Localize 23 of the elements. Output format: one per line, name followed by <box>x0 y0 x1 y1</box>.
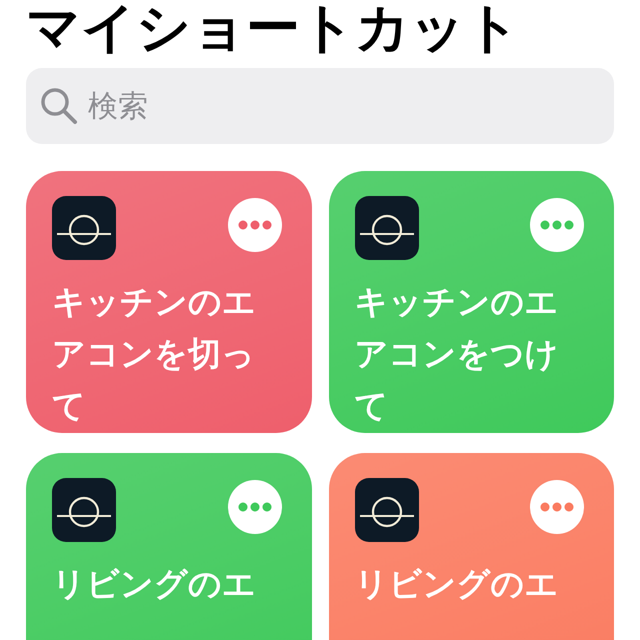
app-icon <box>52 196 116 260</box>
more-button[interactable] <box>228 480 282 534</box>
shortcut-card[interactable]: キッチンのエアコンをつけて <box>328 171 614 433</box>
search-icon <box>40 87 78 125</box>
app-icon <box>354 196 418 260</box>
search-field[interactable]: 検索 <box>26 68 614 144</box>
shortcut-name: キッチンのエアコンを切って <box>52 281 257 427</box>
more-icon <box>540 220 574 230</box>
shortcut-card[interactable]: リビングのエ <box>26 453 312 640</box>
shortcut-card[interactable]: リビングのエ <box>328 453 614 640</box>
more-button[interactable] <box>530 198 584 252</box>
more-icon <box>540 502 574 512</box>
shortcut-name: キッチンのエアコンをつけて <box>354 281 560 427</box>
app-icon <box>52 478 116 542</box>
more-icon <box>238 502 272 512</box>
app-icon <box>354 478 418 542</box>
shortcut-card[interactable]: キッチンのエアコンを切って <box>26 171 312 433</box>
more-button[interactable] <box>530 480 584 534</box>
more-button[interactable] <box>228 198 282 252</box>
page-title: マイショートカット <box>26 0 521 56</box>
shortcut-name: リビングのエ <box>354 563 560 605</box>
more-icon <box>238 220 272 230</box>
shortcut-name: リビングのエ <box>52 563 257 605</box>
